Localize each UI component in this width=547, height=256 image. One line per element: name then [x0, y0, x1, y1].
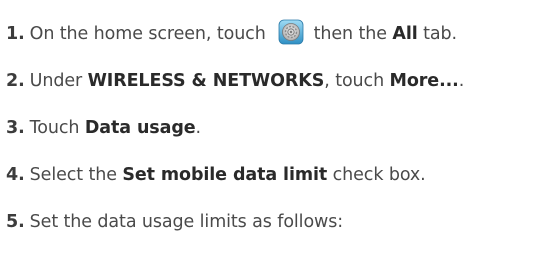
checkbox-name: Set mobile data limit: [122, 165, 328, 185]
step-3: 3. Touch Data usage.: [6, 118, 202, 138]
step-text: .: [195, 118, 202, 138]
step-text: , touch: [324, 71, 390, 91]
step-4: 4. Select the Set mobile data limit check…: [6, 165, 426, 185]
step-number: 2: [6, 71, 19, 91]
step-1: 1. On the home screen, touch then the Al…: [6, 18, 541, 65]
tab-name: All: [392, 24, 418, 44]
step-text: check box.: [327, 165, 426, 185]
step-2: 2. Under WIRELESS & NETWORKS, touch More.…: [6, 71, 465, 91]
step-text: Set the data usage limits as follows:: [29, 212, 344, 232]
settings-icon: [278, 19, 304, 45]
step-5: 5. Set the data usage limits as follows:: [6, 212, 344, 232]
step-text: Touch: [29, 118, 85, 138]
step-text: .: [458, 71, 465, 91]
menu-item-name: Data usage: [84, 118, 196, 138]
step-text: tab.: [417, 24, 457, 44]
step-text: Select the: [29, 165, 123, 185]
menu-item-name: More...: [389, 71, 459, 91]
section-name: WIRELESS & NETWORKS: [87, 71, 325, 91]
step-text: On the home screen, touch: [29, 24, 272, 44]
instruction-list: 1. On the home screen, touch then the Al…: [6, 18, 541, 253]
step-number: 5: [6, 212, 19, 232]
step-number: 4: [6, 165, 19, 185]
step-text: Under: [29, 71, 88, 91]
step-number: 1: [6, 24, 19, 44]
step-text: then the: [308, 24, 393, 44]
step-number: 3: [6, 118, 19, 138]
